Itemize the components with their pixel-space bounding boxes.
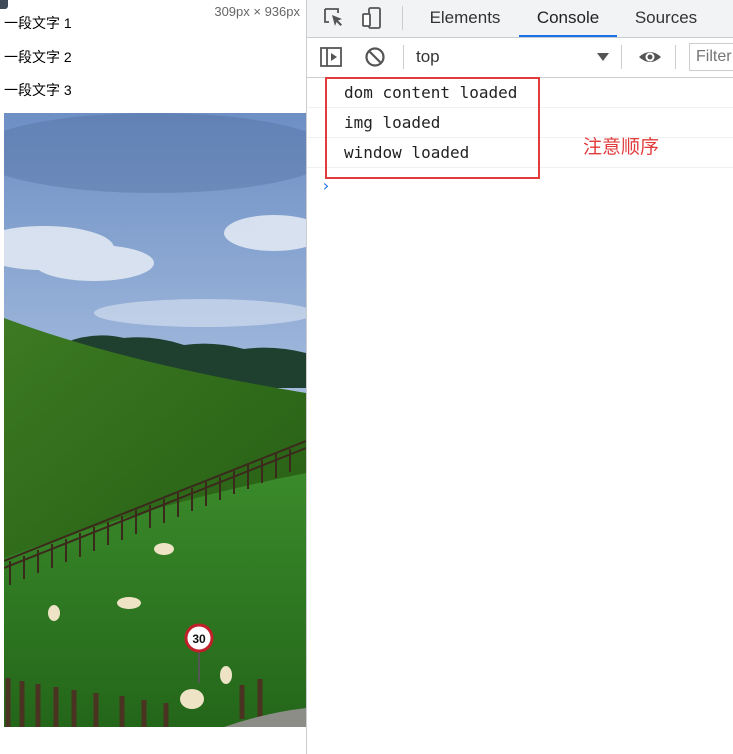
- paragraph-1: 一段文字 1: [4, 15, 72, 31]
- tab-sources[interactable]: Sources: [625, 0, 707, 36]
- highlight-box: [325, 77, 540, 179]
- toolbar-separator: [621, 45, 622, 69]
- viewport-dimensions: 309px × 936px: [214, 4, 300, 19]
- svg-text:30: 30: [192, 632, 206, 646]
- tab-elements[interactable]: Elements: [419, 0, 511, 36]
- toolbar-separator: [675, 45, 676, 69]
- landscape-image: 30: [4, 113, 306, 727]
- page-corner-tag: [0, 0, 8, 9]
- devtools-tabbar: Elements Console Sources: [307, 0, 733, 38]
- annotation-note: 注意顺序: [583, 137, 660, 158]
- toolbar-separator: [403, 45, 404, 69]
- tabbar-separator: [402, 6, 403, 30]
- console-toolbar: top: [307, 38, 733, 78]
- paragraph-3: 一段文字 3: [4, 82, 72, 98]
- page-preview: 一段文字 1 一段文字 2 一段文字 3 309px × 936px 30: [0, 0, 306, 754]
- paragraph-2: 一段文字 2: [4, 49, 72, 65]
- show-sidebar-icon[interactable]: [319, 45, 343, 69]
- context-selector[interactable]: top: [416, 47, 440, 67]
- inspect-element-icon[interactable]: [322, 6, 346, 30]
- chevron-down-icon[interactable]: [597, 53, 609, 61]
- device-toolbar-icon[interactable]: [360, 6, 384, 30]
- filter-input[interactable]: [689, 43, 733, 71]
- clear-console-icon[interactable]: [363, 45, 387, 69]
- live-expression-eye-icon[interactable]: [638, 45, 662, 69]
- tab-console[interactable]: Console: [519, 0, 617, 37]
